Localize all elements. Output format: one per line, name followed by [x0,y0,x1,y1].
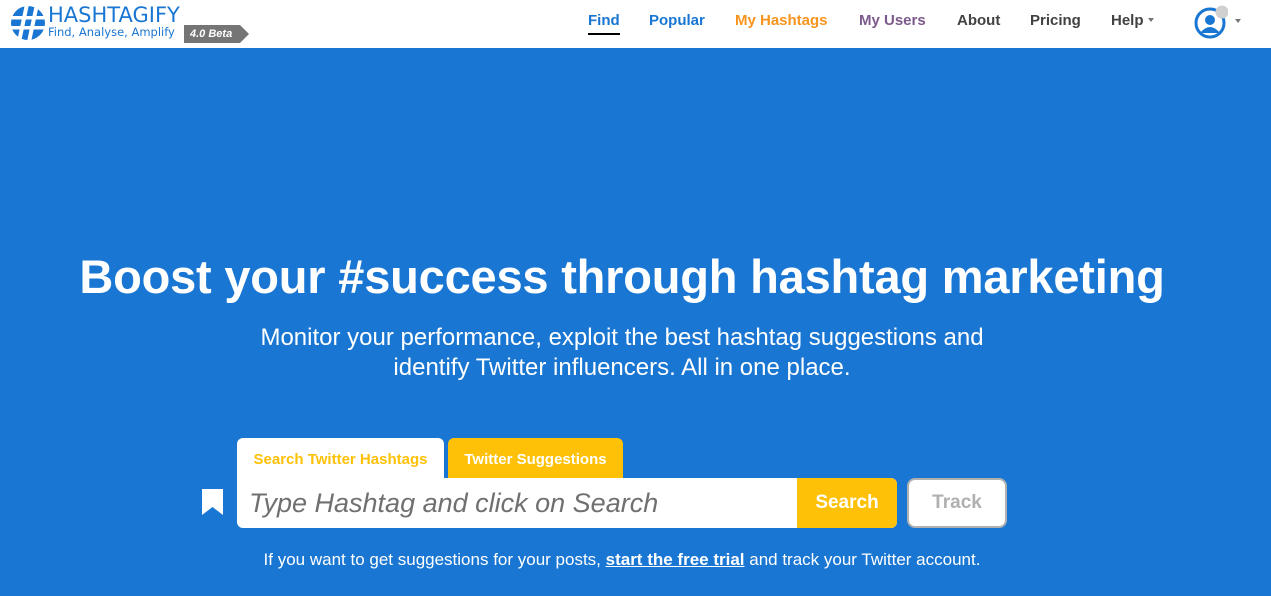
nav-about[interactable]: About [957,11,1000,31]
hashtag-globe-icon [10,5,46,41]
account-dropdown-icon[interactable] [1235,19,1241,23]
logo-name: HASHTAGIFY [48,3,180,27]
track-button[interactable]: Track [907,478,1007,528]
nav-help-label: Help [1111,12,1144,29]
tab-twitter-suggestions[interactable]: Twitter Suggestions [448,438,623,480]
free-trial-note: If you want to get suggestions for your … [0,549,1244,571]
logo-tagline: Find, Analyse, Amplify [48,25,175,39]
bookmark-icon[interactable] [201,488,224,516]
hashtag-search-input[interactable] [237,478,797,528]
tab-search-twitter-hashtags[interactable]: Search Twitter Hashtags [237,438,444,480]
user-circle-icon[interactable] [1194,5,1228,39]
nav-my-users[interactable]: My Users [859,11,926,31]
chevron-down-icon [1147,18,1154,23]
hero-subtitle: Monitor your performance, exploit the be… [0,323,1244,383]
top-navbar: HASHTAGIFY Find, Analyse, Amplify 4.0 Be… [0,0,1271,48]
note-text-before: If you want to get suggestions for your … [263,550,606,569]
logo[interactable]: HASHTAGIFY Find, Analyse, Amplify [10,4,180,44]
nav-my-hashtags[interactable]: My Hashtags [735,11,828,31]
hero-title: Boost your #success through hashtag mark… [79,250,1165,303]
nav-find[interactable]: Find [588,11,620,35]
search-button[interactable]: Search [797,478,897,528]
nav-help[interactable]: Help [1111,11,1154,31]
nav-popular[interactable]: Popular [649,11,705,31]
search-form: Search [237,478,897,528]
nav-pricing[interactable]: Pricing [1030,11,1081,31]
hero-subtitle-line2: identify Twitter influencers. All in one… [393,354,851,381]
start-free-trial-link[interactable]: start the free trial [606,550,745,569]
note-text-after: and track your Twitter account. [744,550,981,569]
hero-subtitle-line1: Monitor your performance, exploit the be… [260,324,984,351]
version-badge: 4.0 Beta [184,25,250,43]
